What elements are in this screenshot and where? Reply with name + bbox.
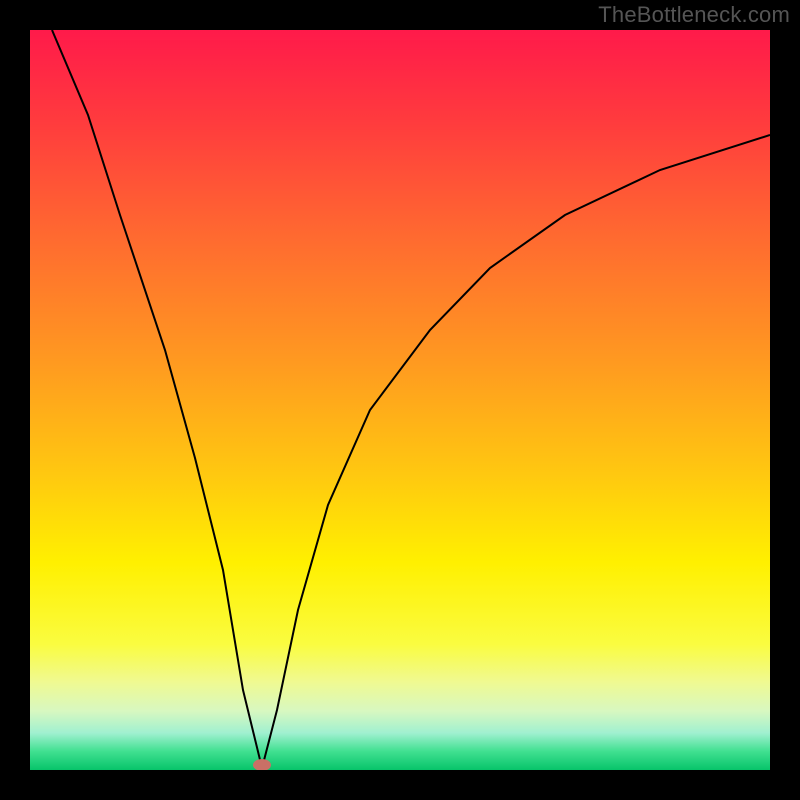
watermark-text: TheBottleneck.com xyxy=(598,2,790,28)
chart-svg xyxy=(30,30,770,770)
bottleneck-curve xyxy=(52,30,770,768)
chart-plot-area xyxy=(30,30,770,770)
optimum-marker xyxy=(253,759,271,770)
